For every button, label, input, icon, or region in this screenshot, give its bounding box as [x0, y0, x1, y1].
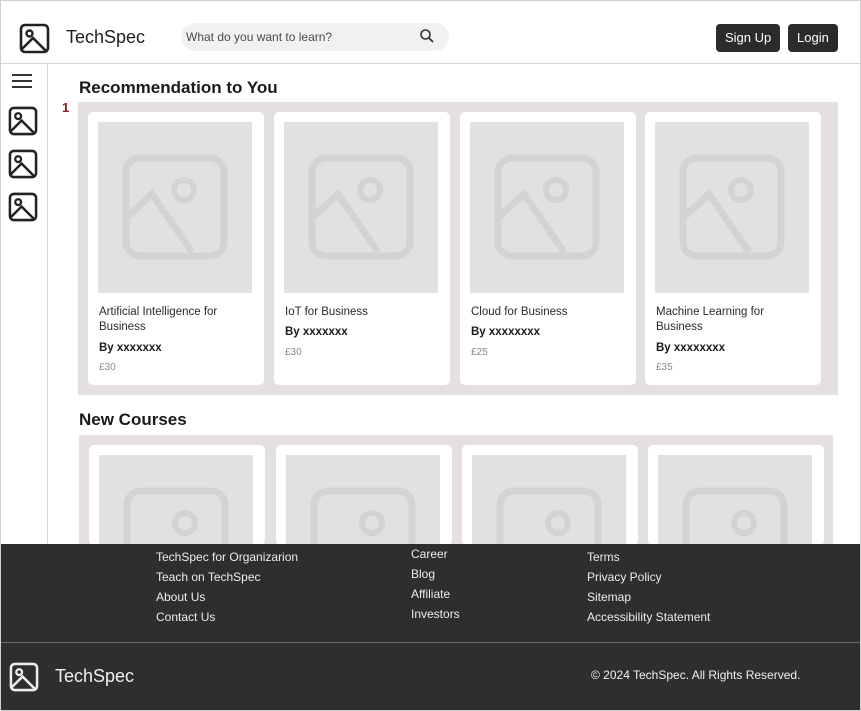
footer-link[interactable]: Affiliate [411, 584, 460, 604]
course-card[interactable]: Cloud for Business By xxxxxxxx £25 [460, 112, 636, 385]
sidebar-item-2-image-icon[interactable] [8, 149, 38, 184]
copyright-text: © 2024 TechSpec. All Rights Reserved. [591, 668, 801, 682]
footer-link[interactable]: Privacy Policy [587, 567, 710, 587]
footer-divider [1, 642, 860, 643]
course-title: Machine Learning for Business [656, 306, 765, 333]
course-price: £35 [656, 362, 673, 373]
sidebar-item-1-image-icon[interactable] [8, 106, 38, 141]
recommendations-panel: Artificial Intelligence for Business By … [78, 102, 838, 395]
recommendations-title: Recommendation to You [79, 78, 278, 97]
course-thumbnail-image-icon [98, 122, 252, 293]
course-thumbnail-image-icon [472, 455, 626, 544]
sign-up-button[interactable]: Sign Up [716, 24, 781, 52]
footer-logo-image-icon[interactable] [9, 662, 39, 697]
course-card[interactable]: Machine Learning for Business By xxxxxxx… [645, 112, 821, 385]
course-card[interactable] [276, 445, 452, 544]
course-card[interactable]: IoT for Business By xxxxxxx £30 [274, 112, 450, 385]
footer: TechSpec for Organizarion Teach on TechS… [1, 544, 860, 710]
footer-link[interactable]: Accessibility Statement [587, 607, 710, 627]
course-thumbnail-image-icon [99, 455, 253, 544]
course-card[interactable] [648, 445, 824, 544]
main-content: 1 Recommendation to You Artificial Intel… [48, 64, 860, 544]
course-price: £30 [285, 347, 302, 358]
logo-image-icon[interactable] [19, 23, 50, 59]
course-card[interactable]: Artificial Intelligence for Business By … [88, 112, 264, 385]
rank-marker: 1 [62, 100, 70, 115]
footer-link[interactable]: Investors [411, 604, 460, 624]
footer-link[interactable]: Teach on TechSpec [156, 567, 298, 587]
course-card[interactable] [462, 445, 638, 544]
course-author: By xxxxxxx [285, 326, 348, 338]
brand-name[interactable]: TechSpec [66, 27, 145, 48]
footer-brand-name[interactable]: TechSpec [55, 666, 134, 687]
search-bar [181, 23, 449, 51]
course-title: Artificial Intelligence for Business [99, 306, 218, 333]
course-thumbnail-image-icon [470, 122, 624, 293]
sidebar-item-3-image-icon[interactable] [8, 192, 38, 227]
course-author: By xxxxxxx [99, 342, 162, 354]
footer-link[interactable]: Contact Us [156, 607, 298, 627]
course-thumbnail-image-icon [658, 455, 812, 544]
course-price: £25 [471, 347, 488, 358]
new-courses-title: New Courses [79, 410, 187, 429]
course-thumbnail-image-icon [286, 455, 440, 544]
top-header: TechSpec Sign Up Login [1, 1, 860, 64]
footer-link[interactable]: Sitemap [587, 587, 710, 607]
sidebar [1, 64, 48, 544]
search-input[interactable] [186, 27, 411, 47]
search-icon[interactable] [419, 28, 437, 46]
footer-link[interactable]: Terms [587, 547, 710, 567]
course-thumbnail-image-icon [284, 122, 438, 293]
course-title: IoT for Business [285, 306, 368, 318]
course-price: £30 [99, 362, 116, 373]
footer-links-about: Career Blog Affiliate Investors [411, 544, 460, 624]
new-courses-panel [79, 435, 833, 544]
footer-links-company: TechSpec for Organizarion Teach on TechS… [156, 547, 298, 627]
menu-icon[interactable] [12, 74, 32, 88]
course-card[interactable] [89, 445, 265, 544]
course-author: By xxxxxxxx [656, 342, 726, 354]
login-button[interactable]: Login [788, 24, 838, 52]
footer-link[interactable]: Blog [411, 564, 460, 584]
footer-link[interactable]: Career [411, 544, 460, 564]
course-thumbnail-image-icon [655, 122, 809, 293]
footer-links-legal: Terms Privacy Policy Sitemap Accessibili… [587, 547, 710, 627]
footer-link[interactable]: TechSpec for Organizarion [156, 547, 298, 567]
course-author: By xxxxxxxx [471, 326, 541, 338]
footer-link[interactable]: About Us [156, 587, 298, 607]
course-title: Cloud for Business [471, 306, 568, 318]
page: TechSpec Sign Up Login 1 Recommendation … [0, 0, 861, 711]
